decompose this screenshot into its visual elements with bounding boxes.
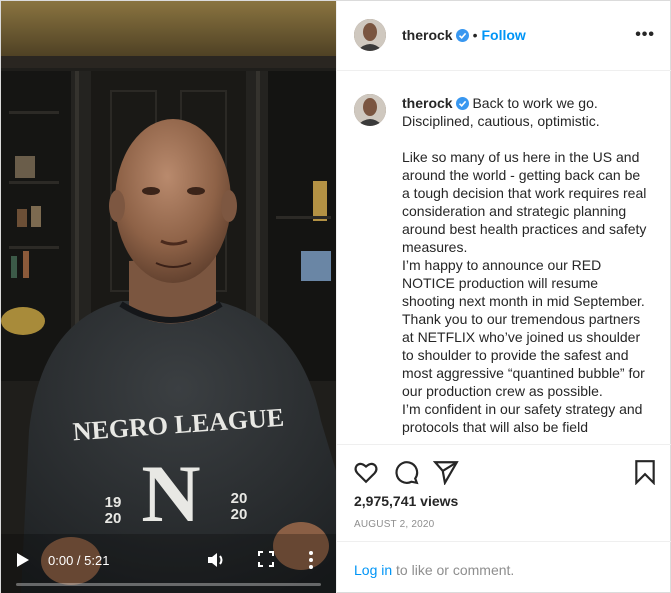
video-player[interactable]: NEGRO LEAGUE N 19 20 20 20 0:00 / 5:21	[1, 1, 336, 593]
post-date[interactable]: AUGUST 2, 2020	[354, 519, 434, 530]
caption-paragraph: I’m happy to announce our RED NOTICE pro…	[402, 257, 645, 309]
shirt-year-right-bottom: 20	[231, 506, 248, 523]
bookmark-icon[interactable]	[632, 459, 658, 486]
caption-username[interactable]: therock	[402, 95, 453, 111]
post-header: therock • Follow •••	[337, 1, 671, 71]
caption: therock Back to work we go. Disciplined,…	[402, 94, 647, 436]
username[interactable]: therock	[402, 27, 453, 43]
follow-button[interactable]: Follow	[481, 27, 525, 43]
caption-scroll-area[interactable]: therock Back to work we go. Disciplined,…	[337, 72, 671, 445]
post-panel: therock • Follow ••• therock Back to work …	[336, 1, 671, 593]
login-link[interactable]: Log in	[354, 562, 392, 578]
shirt-year-left-bottom: 20	[105, 510, 122, 527]
caption-paragraph: I’m confident in our safety strategy and…	[402, 401, 643, 435]
login-prompt: Log in to like or comment.	[354, 562, 514, 578]
shirt-ny-logo: N	[141, 448, 200, 539]
video-progress-bar[interactable]	[16, 583, 321, 586]
view-count[interactable]: 2,975,741 views	[354, 493, 458, 509]
shirt-year-right-top: 20	[231, 490, 248, 507]
login-prompt-rest: to like or comment.	[392, 562, 515, 578]
caption-avatar[interactable]	[354, 94, 386, 126]
volume-icon[interactable]	[206, 550, 226, 570]
caption-paragraph: Like so many of us here in the US and ar…	[402, 149, 647, 255]
share-icon[interactable]	[432, 459, 459, 486]
avatar[interactable]	[354, 19, 386, 51]
header-row: therock • Follow	[402, 27, 526, 43]
video-controls: 0:00 / 5:21	[1, 534, 336, 593]
more-options-icon[interactable]: •••	[635, 26, 655, 44]
video-time: 0:00 / 5:21	[48, 553, 110, 568]
video-frame: NEGRO LEAGUE N 19 20 20 20	[1, 1, 336, 593]
instagram-post: NEGRO LEAGUE N 19 20 20 20 0:00 / 5:21 t…	[0, 0, 671, 593]
play-icon[interactable]	[16, 552, 30, 568]
caption-verified-badge-icon	[455, 96, 469, 110]
heart-icon[interactable]	[353, 459, 379, 485]
verified-badge-icon	[455, 29, 469, 42]
comment-icon[interactable]	[393, 459, 419, 485]
separator-dot: •	[472, 27, 478, 43]
more-vertical-icon[interactable]	[307, 550, 315, 570]
shirt-year-left-top: 19	[105, 494, 122, 511]
fullscreen-icon[interactable]	[258, 551, 274, 567]
login-row: Log in to like or comment.	[337, 541, 671, 593]
caption-paragraph: Thank you to our tremendous partners at …	[402, 311, 645, 399]
